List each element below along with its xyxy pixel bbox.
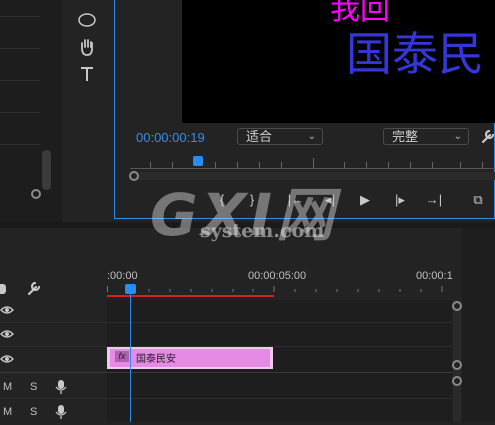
work-area-bar[interactable] [107, 295, 274, 297]
watermark-site: system.com [200, 220, 325, 242]
timeline-ruler-label: 00:00:1 [416, 270, 453, 282]
project-scrollbar[interactable] [42, 150, 51, 190]
fx-badge: fx [115, 351, 129, 362]
wrench-icon[interactable] [26, 280, 42, 296]
ruler-tick [482, 162, 483, 168]
eye-icon[interactable] [0, 353, 14, 365]
type-tool-icon[interactable] [76, 64, 98, 84]
ruler-tick [410, 162, 411, 168]
timeline-ruler[interactable] [107, 286, 452, 292]
ruler-tick [344, 162, 345, 168]
tools-panel [62, 0, 112, 222]
track-headers [0, 300, 105, 422]
clip-name: 国泰民安 [136, 354, 176, 365]
solo-button[interactable]: S [30, 406, 37, 418]
ruler-tick [460, 162, 461, 168]
clip-body: fx 国泰民安 [110, 349, 270, 367]
scroll-knob[interactable] [452, 301, 462, 311]
quality-dropdown-label: 完整 [392, 129, 419, 144]
step-forward-button[interactable]: |▸ [388, 190, 412, 210]
chevron-down-icon: ⌄ [453, 131, 462, 142]
text-clip[interactable]: fx 国泰民安 [107, 347, 273, 369]
go-to-out-button[interactable]: →| [422, 190, 446, 210]
list-item[interactable] [0, 144, 40, 145]
list-item[interactable] [0, 112, 40, 113]
chevron-down-icon: ⌄ [307, 131, 316, 142]
fit-dropdown[interactable]: 适合 ⌄ [237, 128, 323, 145]
audio-meter-panel [462, 228, 495, 422]
ruler-tick [432, 162, 433, 168]
list-item[interactable] [0, 48, 40, 49]
project-panel [0, 0, 62, 222]
monitor-playhead[interactable] [193, 156, 203, 166]
playhead-line [130, 294, 131, 422]
microphone-icon[interactable] [55, 404, 67, 420]
timeline-ruler-label: :00:00 [107, 270, 138, 282]
solo-button[interactable]: S [30, 381, 37, 393]
playhead-timecode[interactable]: 00:00:00:19 [136, 130, 205, 145]
ruler-tick [388, 162, 389, 168]
ruler-tick [366, 162, 367, 168]
export-frame-button[interactable]: ⧉ [466, 190, 490, 210]
snap-icon[interactable] [0, 284, 6, 294]
list-item[interactable] [0, 80, 40, 81]
fit-dropdown-label: 适合 [246, 129, 273, 144]
track-divider [0, 372, 452, 373]
microphone-icon[interactable] [55, 379, 67, 395]
quality-dropdown[interactable]: 完整 ⌄ [383, 128, 469, 145]
track-divider [0, 398, 452, 399]
eye-icon[interactable] [0, 328, 14, 340]
ellipse-tool-icon[interactable] [76, 10, 98, 30]
monitor-zoom-knob[interactable] [129, 171, 139, 181]
mute-button[interactable]: M [3, 406, 12, 418]
wrench-icon[interactable] [480, 128, 495, 144]
play-button[interactable]: ▶ [353, 190, 377, 210]
list-item[interactable] [0, 16, 40, 17]
track-divider [0, 322, 452, 323]
ruler-tick [313, 158, 314, 168]
timeline-ruler-label: 00:00:05:00 [248, 270, 307, 282]
video-caption-text: 国泰民 [346, 27, 484, 81]
eye-icon[interactable] [0, 304, 14, 316]
zoom-slider-knob[interactable] [31, 189, 41, 199]
timeline-playhead[interactable] [125, 284, 136, 294]
hand-tool-icon[interactable] [76, 37, 98, 57]
scroll-knob[interactable] [452, 360, 462, 370]
scroll-knob[interactable] [452, 376, 462, 386]
mute-button[interactable]: M [3, 381, 12, 393]
